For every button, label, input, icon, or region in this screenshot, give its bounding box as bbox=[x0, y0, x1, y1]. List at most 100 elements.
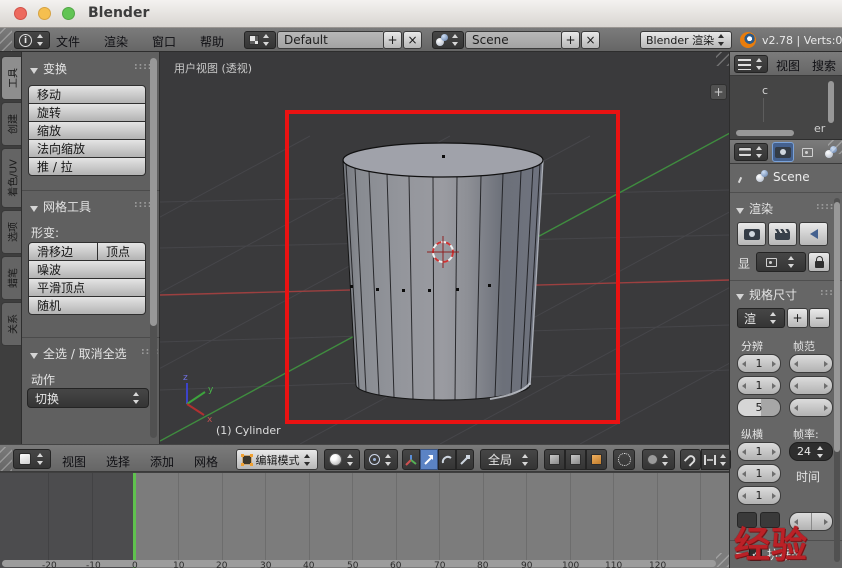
lock-interface-button[interactable] bbox=[808, 252, 830, 272]
add-preset-button[interactable]: + bbox=[787, 308, 808, 328]
resolution-y-field[interactable]: 1 bbox=[737, 376, 781, 395]
add-layout-button[interactable]: + bbox=[383, 31, 402, 49]
outliner-hscroll[interactable] bbox=[736, 130, 794, 136]
smooth-vertex-button[interactable]: 平滑顶点 bbox=[28, 278, 146, 297]
scrollbar-thumb[interactable] bbox=[834, 202, 840, 452]
screen-layout-name[interactable]: Default bbox=[277, 31, 383, 49]
editor-type-selector[interactable]: i bbox=[14, 31, 50, 49]
mesh-tools-panel-header[interactable]: 网格工具 bbox=[30, 198, 91, 215]
render-audio-button[interactable] bbox=[799, 222, 828, 246]
expand-region-button[interactable]: + bbox=[710, 84, 727, 100]
menu-window[interactable]: 窗口 bbox=[152, 33, 176, 50]
remove-preset-button[interactable]: − bbox=[809, 308, 830, 328]
scale-manipulator-button[interactable] bbox=[456, 449, 474, 470]
view3d-menu-mesh[interactable]: 网格 bbox=[194, 453, 218, 470]
frame-end-field[interactable] bbox=[789, 376, 833, 395]
scene-name[interactable]: Scene bbox=[465, 31, 561, 49]
limit-to-visible-button[interactable] bbox=[613, 449, 635, 470]
vertex-select-mode-button[interactable] bbox=[544, 449, 565, 470]
viewport-3d[interactable]: z y x 用户视图 (透视) (1) Cylinder + bbox=[160, 52, 730, 444]
close-window-button[interactable] bbox=[14, 7, 27, 20]
frame-step-field[interactable] bbox=[789, 398, 833, 417]
translate-manipulator-button[interactable] bbox=[420, 449, 438, 470]
view3d-editor-selector[interactable] bbox=[13, 449, 51, 469]
mode-select[interactable]: 编辑模式 bbox=[236, 449, 318, 470]
corner-grip[interactable] bbox=[716, 52, 730, 66]
properties-scrollbar[interactable] bbox=[834, 198, 840, 562]
add-scene-button[interactable]: + bbox=[561, 31, 580, 49]
viewport-shading-select[interactable] bbox=[324, 449, 360, 470]
panel-drag-handle[interactable]: :::: bbox=[816, 202, 834, 212]
timeline[interactable]: -20 -10 0 10 20 30 40 50 60 70 80 90 100… bbox=[0, 472, 730, 568]
tab-grease-pencil[interactable]: 蜡笔 bbox=[1, 256, 21, 300]
face-select-mode-button[interactable] bbox=[586, 449, 607, 470]
randomize-button[interactable]: 随机 bbox=[28, 296, 146, 315]
vertex-slide-button[interactable]: 顶点 bbox=[97, 242, 146, 261]
scene-icon-button[interactable] bbox=[432, 31, 464, 49]
snap-toggle-button[interactable] bbox=[680, 449, 701, 470]
breadcrumb[interactable]: Scene bbox=[773, 170, 810, 184]
corner-grip[interactable] bbox=[0, 447, 12, 471]
toolshelf-scrollbar[interactable] bbox=[150, 58, 157, 438]
menu-help[interactable]: 帮助 bbox=[200, 33, 224, 50]
move-button[interactable]: 移动 bbox=[28, 85, 146, 104]
outliner-editor-selector[interactable] bbox=[734, 55, 768, 73]
view3d-menu-select[interactable]: 选择 bbox=[106, 453, 130, 470]
render-animation-button[interactable] bbox=[768, 222, 797, 246]
tab-create[interactable]: 创建 bbox=[1, 102, 21, 146]
resolution-x-field[interactable]: 1 bbox=[737, 354, 781, 373]
render-still-button[interactable] bbox=[737, 222, 766, 246]
aspect-y-field[interactable]: 1 bbox=[737, 464, 781, 483]
noise-button[interactable]: 噪波 bbox=[28, 260, 146, 279]
render-engine-select[interactable]: Blender 渲染 bbox=[640, 31, 732, 49]
snap-target-select[interactable] bbox=[701, 449, 731, 470]
corner-grip[interactable] bbox=[716, 553, 730, 567]
outliner-vscroll[interactable] bbox=[828, 81, 834, 123]
tab-options[interactable]: 选项 bbox=[1, 210, 21, 254]
scrollbar-thumb[interactable] bbox=[150, 58, 157, 326]
orientation-select[interactable]: 全局 bbox=[480, 449, 538, 470]
outliner-tree[interactable]: c er bbox=[730, 76, 842, 140]
minimize-window-button[interactable] bbox=[38, 7, 51, 20]
outliner-item[interactable]: c bbox=[762, 84, 768, 97]
manipulator-toggle[interactable] bbox=[402, 449, 420, 470]
tab-relations[interactable]: 关系 bbox=[1, 302, 21, 346]
aspect-x-field[interactable]: 1 bbox=[737, 442, 781, 461]
menu-render[interactable]: 渲染 bbox=[104, 33, 128, 50]
transform-panel-header[interactable]: 变换 bbox=[30, 60, 67, 77]
corner-grip[interactable] bbox=[0, 28, 12, 51]
frame-start-field[interactable] bbox=[789, 354, 833, 373]
view3d-menu-view[interactable]: 视图 bbox=[62, 453, 86, 470]
action-select[interactable]: 切换 bbox=[27, 388, 149, 408]
maximize-window-button[interactable] bbox=[62, 7, 75, 20]
rotate-manipulator-button[interactable] bbox=[438, 449, 456, 470]
tab-render-properties[interactable] bbox=[772, 142, 794, 162]
select-all-panel-header[interactable]: 全选 / 取消全选 bbox=[30, 345, 127, 362]
render-preset-select[interactable]: 渲 bbox=[737, 308, 785, 328]
corner-grip[interactable] bbox=[828, 140, 842, 154]
fps-field[interactable]: 24 bbox=[789, 442, 833, 461]
playhead[interactable] bbox=[133, 473, 136, 568]
pivot-point-select[interactable] bbox=[364, 449, 398, 470]
resolution-percentage-slider[interactable]: 5 bbox=[737, 398, 781, 417]
tab-tools[interactable]: 工具 bbox=[1, 56, 21, 100]
tab-render-layers[interactable] bbox=[796, 142, 818, 162]
proportional-edit-select[interactable] bbox=[642, 449, 675, 470]
outliner-menu-search[interactable]: 搜索 bbox=[812, 57, 836, 74]
view3d-menu-add[interactable]: 添加 bbox=[150, 453, 174, 470]
display-mode-select[interactable] bbox=[756, 252, 806, 272]
screen-layout-icon-button[interactable] bbox=[244, 31, 276, 49]
shrink-fatten-button[interactable]: 法向缩放 bbox=[28, 139, 146, 158]
properties-editor-selector[interactable] bbox=[734, 143, 768, 161]
scale-button[interactable]: 缩放 bbox=[28, 121, 146, 140]
edge-slide-button[interactable]: 滑移边 bbox=[28, 242, 98, 261]
dimensions-panel-header[interactable]: 规格尺寸 bbox=[736, 286, 797, 303]
close-layout-button[interactable]: × bbox=[403, 31, 422, 49]
extra-field[interactable]: 1 bbox=[737, 486, 781, 505]
tab-shading-uv[interactable]: 着色/UV bbox=[1, 148, 21, 208]
edge-select-mode-button[interactable] bbox=[565, 449, 586, 470]
close-scene-button[interactable]: × bbox=[581, 31, 600, 49]
rotate-button[interactable]: 旋转 bbox=[28, 103, 146, 122]
render-panel-header[interactable]: 渲染 bbox=[736, 200, 773, 217]
menu-file[interactable]: 文件 bbox=[56, 33, 80, 50]
